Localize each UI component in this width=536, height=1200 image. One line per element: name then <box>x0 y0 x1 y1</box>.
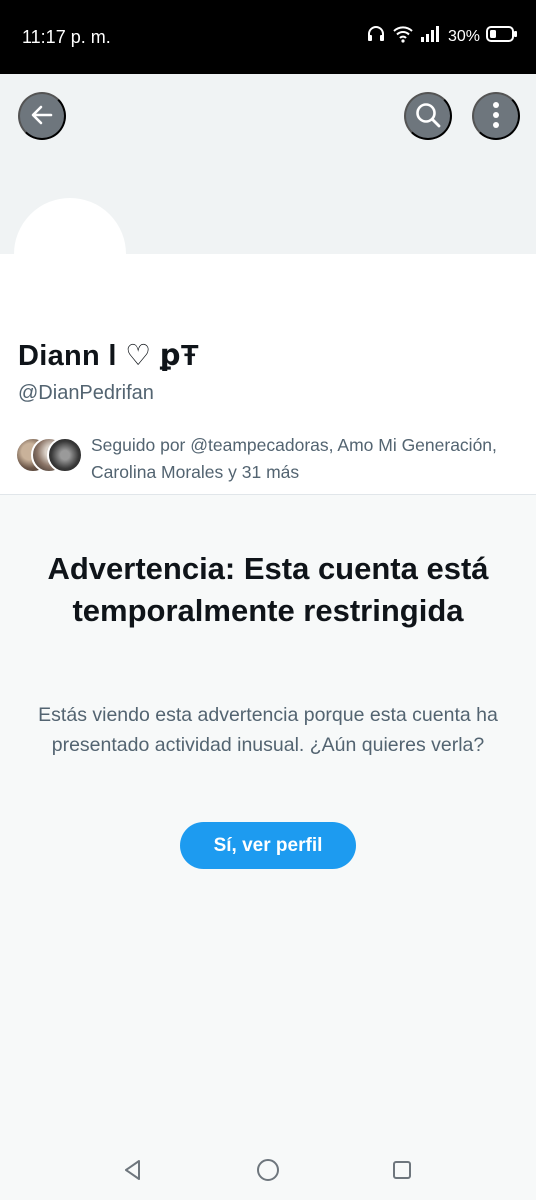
follower-avatar <box>47 437 83 473</box>
avatar-lower-cover <box>0 254 536 314</box>
battery-icon <box>486 25 518 48</box>
display-name: Diann l ♡ ꝑŦ <box>18 340 199 372</box>
battery-percent: 30% <box>447 27 480 45</box>
warning-title: Advertencia: Esta cuenta está temporalme… <box>47 551 489 628</box>
status-time: 11:17 p. m. <box>22 27 111 47</box>
home-circle-icon[interactable] <box>255 1157 281 1183</box>
arrow-left-icon <box>29 102 55 131</box>
followed-by-text[interactable]: Seguido por @teampecadoras, Amo Mi Gener… <box>91 432 511 486</box>
search-icon <box>414 101 442 132</box>
wifi-icon <box>392 24 414 49</box>
battery-fill <box>490 30 496 38</box>
back-button[interactable] <box>18 92 66 140</box>
view-profile-button[interactable]: Sí, ver perfil <box>180 822 356 869</box>
warning-body: Estás viendo esta advertencia porque est… <box>38 704 498 756</box>
recents-square-icon[interactable] <box>389 1157 415 1183</box>
more-vertical-icon <box>492 101 500 132</box>
status-bar: 11:17 p. m. 30% <box>0 0 536 74</box>
system-nav-bar <box>0 1140 536 1200</box>
signal-icon <box>420 25 442 48</box>
more-options-button[interactable] <box>472 92 520 140</box>
back-triangle-icon[interactable] <box>120 1157 146 1183</box>
search-button[interactable] <box>404 92 452 140</box>
status-icons: 30% <box>366 24 518 49</box>
headphones-icon <box>366 24 386 49</box>
user-handle: @DianPedrifan <box>18 382 154 404</box>
followers-avatars[interactable] <box>15 437 85 473</box>
